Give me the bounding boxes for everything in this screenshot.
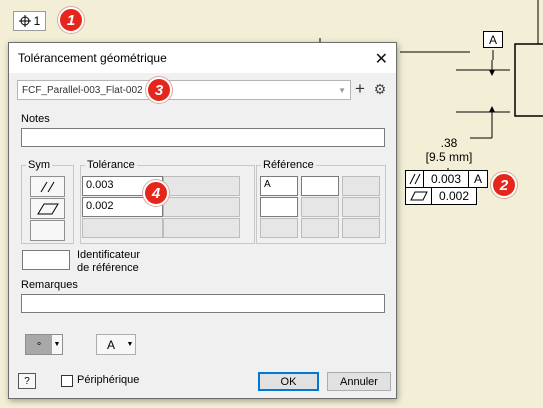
chevron-down-icon: ▼ [338,86,346,95]
callout-badge-2: 2 [491,172,517,198]
sym-group-title: Sym [26,159,52,171]
sym-button-empty[interactable] [30,220,65,241]
dialog-title: Tolérancement géométrique [18,51,167,65]
add-style-button[interactable]: + [352,79,368,99]
chip-label: 1 [33,14,41,28]
reference-3-2-cell[interactable] [301,218,339,238]
ok-button[interactable]: OK [258,372,319,391]
fcf-datum-1: A [468,170,488,188]
identifier-label-line1: Identificateur [77,249,140,261]
dimension-label: .38 [9.5 mm] [418,136,480,164]
notes-label: Notes [21,113,50,125]
sym-button-parallel[interactable] [30,176,65,197]
chevron-down-icon: ▼ [52,335,62,354]
tolerance-1-value: 0.003 [86,179,114,191]
tolerance-2-value: 0.002 [86,200,114,212]
fcf-symbol-flatness [405,187,432,205]
reference-1-3-cell[interactable] [342,176,380,196]
help-button[interactable]: ? [18,373,36,389]
text-style-dropdown[interactable]: A ▼ [96,334,136,355]
fcf-tolerance-1: 0.003 [423,170,469,188]
feature-control-frame[interactable]: 0.003 A 0.002 [405,170,489,206]
dot-style-value: ∘ [35,339,43,350]
dialog-titlebar: Tolérancement géométrique ✕ [9,43,396,73]
datum-identifier-input[interactable] [22,250,70,270]
reference-1-1-value: A [264,179,271,190]
sym-button-flatness[interactable] [30,198,65,219]
callout-badge-1: 1 [58,7,84,33]
peripheral-checkbox[interactable] [61,375,73,387]
callout-badge-3: 3 [146,77,172,103]
close-icon[interactable]: ✕ [375,49,388,69]
flatness-icon [409,191,428,201]
reference-1-1-input[interactable]: A [260,176,298,196]
datum-a-letter: A [488,32,497,47]
geometric-tolerance-dialog: Tolérancement géométrique ✕ FCF_Parallel… [8,42,397,399]
callout-badge-4: 4 [143,180,169,206]
reference-1-2-input[interactable] [301,176,339,196]
identifier-label-line2: de référence [77,262,139,274]
parallelism-icon [40,181,54,192]
position-icon [18,15,31,27]
tolerance-group-title: Tolérance [85,159,137,171]
style-combobox[interactable]: FCF_Parallel-003_Flat-002 ▼ [17,80,351,100]
reference-3-3-cell[interactable] [342,218,380,238]
settings-gear-icon[interactable]: ⚙ [372,80,388,98]
datum-identifier-label: Identificateur de référence [77,249,140,275]
fcf-tolerance-2: 0.002 [431,187,477,205]
dot-style-swatch: ∘ [26,335,52,354]
reference-3-1-cell[interactable] [260,218,298,238]
reference-2-3-cell[interactable] [342,197,380,217]
reference-2-1-input[interactable] [260,197,298,217]
style-combo-value: FCF_Parallel-003_Flat-002 [22,85,143,96]
parallelism-icon [409,173,420,185]
dimension-value: .38 [440,136,458,150]
peripheral-label: Périphérique [77,374,140,386]
dimension-metric: [9.5 mm] [425,150,473,164]
tolerance-2-extra-cell[interactable] [163,197,240,217]
text-style-value: A [106,337,115,352]
remarks-label: Remarques [21,279,78,291]
tolerance-1-extra-cell[interactable] [163,176,240,196]
reference-group-title: Référence [261,159,316,171]
notes-input[interactable] [21,128,385,147]
datum-a-box: A [483,31,503,48]
position-symbol-chip[interactable]: 1 [13,11,46,31]
cancel-button[interactable]: Annuler [327,372,391,391]
tolerance-3-cell[interactable] [82,218,163,238]
tolerance-3-extra-cell[interactable] [163,218,240,238]
dot-style-dropdown[interactable]: ∘ ▼ [25,334,63,355]
flatness-icon [36,203,59,214]
reference-2-2-cell[interactable] [301,197,339,217]
chevron-down-icon: ▼ [126,341,134,348]
fcf-symbol-parallel [405,170,424,188]
remarks-input[interactable] [21,294,385,313]
